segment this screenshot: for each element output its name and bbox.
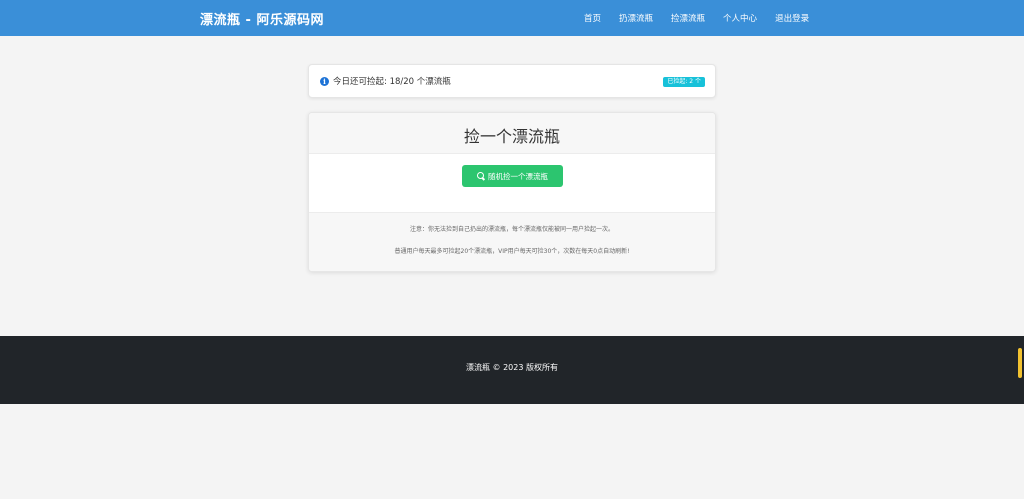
random-pick-button[interactable]: 随机捡一个漂流瓶: [462, 165, 563, 187]
page-footer: 漂流瓶 © 2023 版权所有: [0, 336, 1024, 404]
info-circle-icon: i: [320, 77, 329, 86]
picked-count-badge: 已捡起: 2 个: [663, 77, 705, 87]
daily-quota-text: 今日还可捡起: 18/20 个漂流瓶: [333, 77, 451, 87]
copyright-text: 漂流瓶 © 2023 版权所有: [466, 363, 558, 372]
top-navbar: 漂流瓶 - 阿乐源码网 首页 扔漂流瓶 捡漂流瓶 个人中心 退出登录: [0, 0, 1024, 36]
note-text-2: 普通用户每天最多可捡起20个漂流瓶，VIP用户每天可捡30个，次数在每天0点自动…: [394, 248, 630, 255]
nav-link-pick-bottle[interactable]: 捡漂流瓶: [671, 12, 705, 24]
pick-bottle-card: 捡一个漂流瓶 随机捡一个漂流瓶 注意：你无法捡到自己扔出的漂流瓶，每个漂流瓶仅能…: [308, 112, 716, 272]
scroll-handle[interactable]: [1018, 348, 1022, 378]
card-header: 捡一个漂流瓶: [309, 113, 715, 154]
card-title: 捡一个漂流瓶: [463, 127, 560, 146]
card-footer-notes: 注意：你无法捡到自己扔出的漂流瓶，每个漂流瓶仅能被同一用户捡起一次。 普通用户每…: [309, 212, 715, 271]
random-pick-button-label: 随机捡一个漂流瓶: [488, 171, 548, 181]
note-text-1: 注意：你无法捡到自己扔出的漂流瓶，每个漂流瓶仅能被同一用户捡起一次。: [409, 226, 614, 233]
nav-link-logout[interactable]: 退出登录: [775, 12, 809, 24]
brand-logo-text[interactable]: 漂流瓶 - 阿乐源码网: [200, 9, 324, 28]
search-icon: [477, 172, 485, 180]
nav-link-home[interactable]: 首页: [584, 12, 601, 24]
nav-link-throw-bottle[interactable]: 扔漂流瓶: [619, 12, 653, 24]
daily-quota-alert: i 今日还可捡起: 18/20 个漂流瓶 已捡起: 2 个: [308, 64, 716, 98]
nav-links: 首页 扔漂流瓶 捡漂流瓶 个人中心 退出登录: [584, 0, 809, 36]
nav-link-profile[interactable]: 个人中心: [723, 12, 757, 24]
